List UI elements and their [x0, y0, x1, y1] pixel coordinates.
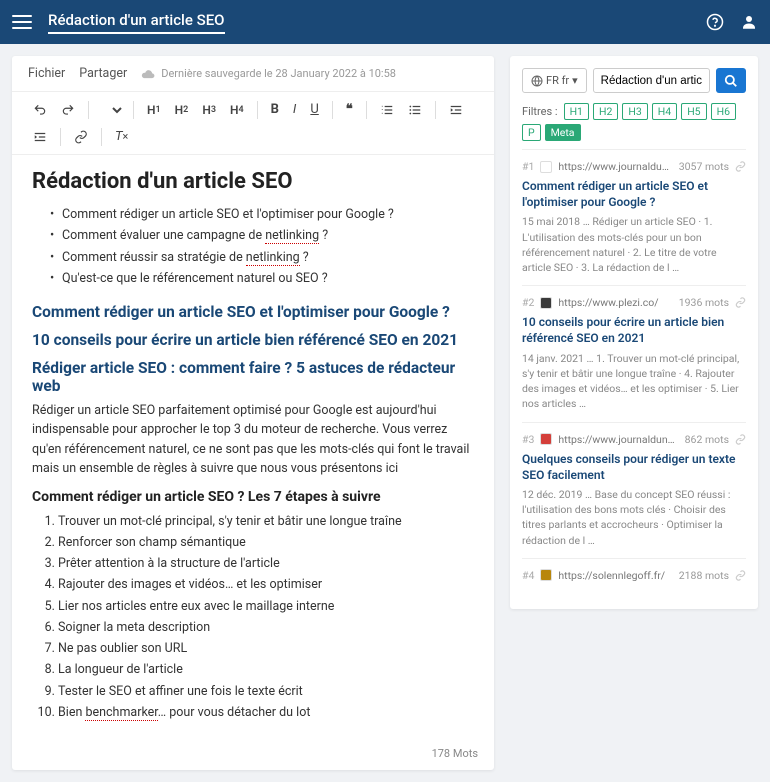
result-wordcount: 1936 mots	[679, 296, 729, 309]
list-item: Trouver un mot-clé principal, s'y tenir …	[58, 511, 474, 532]
indent-button[interactable]	[28, 126, 52, 148]
result-rank: #2	[522, 296, 534, 309]
result-url: https://www.plezi.co/	[558, 296, 672, 309]
result-wordcount: 862 mots	[685, 433, 729, 446]
list-item: Ne pas oublier son URL	[58, 638, 474, 659]
doc-h2: Rédiger article SEO : comment faire ? 5 …	[32, 359, 474, 395]
document-content[interactable]: Rédaction d'un article SEO Comment rédig…	[12, 155, 494, 741]
redo-button[interactable]	[56, 99, 80, 121]
favicon	[540, 161, 552, 173]
help-icon[interactable]	[706, 13, 724, 31]
list-item: Tester le SEO et affiner une fois le tex…	[58, 681, 474, 702]
link-icon[interactable]	[735, 297, 746, 308]
bullet-item: Qu'est-ce que le référencement naturel o…	[50, 268, 474, 289]
file-menu[interactable]: Fichier	[28, 66, 65, 81]
result-url: https://www.journalducm.com/	[558, 160, 672, 173]
result-title: 10 conseils pour écrire un article bien …	[522, 314, 746, 346]
bold-button[interactable]: B	[266, 98, 284, 121]
bullet-item: Comment évaluer une campagne de netlinki…	[50, 225, 474, 246]
side-panel: FR fr ▾ Filtres : H1 H2 H3 H4 H5 H6 P Me…	[510, 56, 758, 609]
bullet-item: Comment rédiger un article SEO et l'opti…	[50, 204, 474, 225]
search-result[interactable]: #4 https://solennlegoff.fr/2188 mots	[522, 558, 746, 597]
search-result[interactable]: #2 https://www.plezi.co/1936 mots 10 conse…	[522, 285, 746, 421]
doc-h1: Rédaction d'un article SEO	[32, 169, 474, 194]
editor-panel: Fichier Partager Dernière sauvegarde le …	[12, 56, 494, 770]
list-item: Soigner la meta description	[58, 617, 474, 638]
filter-h3[interactable]: H3	[622, 103, 647, 120]
search-input[interactable]	[593, 68, 710, 93]
word-count: 178 Mots	[12, 741, 494, 770]
doc-h3: Comment rédiger un article SEO ? Les 7 é…	[32, 489, 474, 505]
link-icon[interactable]	[735, 161, 746, 172]
filter-meta[interactable]: Meta	[545, 124, 581, 141]
user-icon[interactable]	[740, 13, 758, 31]
style-select[interactable]: Normal	[97, 100, 125, 120]
globe-icon	[531, 75, 543, 87]
list-item: Bien benchmarker… pour vous détacher du …	[58, 702, 474, 723]
clear-format-button[interactable]: T×	[110, 125, 133, 148]
chevron-down-icon: ▾	[572, 74, 578, 87]
filter-h4[interactable]: H4	[652, 103, 677, 120]
bullet-item: Comment réussir sa stratégie de netlinki…	[50, 247, 474, 268]
result-url: https://www.journaldunet.com/	[558, 433, 678, 446]
result-snippet: 15 mai 2018 … Rédiger un article SEO · 1…	[522, 214, 746, 275]
doc-h2: Comment rédiger un article SEO et l'opti…	[32, 303, 474, 321]
search-button[interactable]	[716, 68, 746, 93]
search-icon	[724, 74, 738, 88]
h1-button[interactable]: H1	[142, 99, 166, 121]
favicon	[540, 569, 552, 581]
result-title: Comment rédiger un article SEO et l'opti…	[522, 178, 746, 210]
filter-h5[interactable]: H5	[681, 103, 706, 120]
h3-button[interactable]: H3	[197, 99, 221, 121]
save-status: Dernière sauvegarde le 28 January 2022 à…	[141, 67, 396, 80]
italic-button[interactable]: I	[288, 98, 301, 121]
list-item: Rajouter des images et vidéos… et les op…	[58, 574, 474, 595]
share-menu[interactable]: Partager	[79, 66, 127, 81]
ol-button[interactable]	[375, 99, 399, 121]
page-title: Rédaction d'un article SEO	[48, 11, 225, 34]
outdent-button[interactable]	[444, 99, 468, 121]
result-snippet: 12 déc. 2019 … Base du concept SEO réuss…	[522, 487, 746, 548]
filter-h6[interactable]: H6	[711, 103, 736, 120]
result-rank: #1	[522, 160, 534, 173]
result-rank: #3	[522, 433, 534, 446]
language-select[interactable]: FR fr ▾	[522, 68, 587, 93]
ul-button[interactable]	[403, 99, 427, 121]
list-item: Renforcer son champ sémantique	[58, 532, 474, 553]
list-item: Prêter attention à la structure de l'art…	[58, 553, 474, 574]
filter-h2[interactable]: H2	[593, 103, 618, 120]
link-button[interactable]	[69, 126, 93, 148]
link-icon[interactable]	[735, 434, 746, 445]
result-wordcount: 3057 mots	[679, 160, 729, 173]
doc-h2: 10 conseils pour écrire un article bien …	[32, 331, 474, 349]
result-title: Quelques conseils pour rédiger un texte …	[522, 451, 746, 483]
filters: Filtres : H1 H2 H3 H4 H5 H6 P Meta	[522, 103, 746, 141]
paragraph: Rédiger un article SEO parfaitement opti…	[32, 401, 474, 479]
menu-icon[interactable]	[12, 15, 32, 29]
favicon	[540, 297, 552, 309]
result-snippet: 14 janv. 2021 … 1. Trouver un mot-clé pr…	[522, 351, 746, 412]
h2-button[interactable]: H2	[170, 99, 194, 121]
result-rank: #4	[522, 569, 534, 582]
list-item: La longueur de l'article	[58, 659, 474, 680]
underline-button[interactable]: U	[305, 98, 323, 121]
favicon	[540, 433, 552, 445]
result-wordcount: 2188 mots	[679, 569, 729, 582]
result-url: https://solennlegoff.fr/	[558, 569, 672, 582]
filter-h1[interactable]: H1	[564, 103, 589, 120]
list-item: Lier nos articles entre eux avec le mail…	[58, 596, 474, 617]
link-icon[interactable]	[735, 570, 746, 581]
filter-p[interactable]: P	[522, 124, 541, 141]
cloud-icon	[141, 69, 155, 79]
toolbar: Normal H1 H2 H3 H4 B I U ❝ T×	[12, 91, 494, 155]
search-result[interactable]: #1 https://www.journalducm.com/3057 mots C…	[522, 149, 746, 285]
quote-button[interactable]: ❝	[341, 98, 358, 121]
h4-button[interactable]: H4	[225, 99, 249, 121]
search-result[interactable]: #3 https://www.journaldunet.com/862 mots Q…	[522, 422, 746, 558]
undo-button[interactable]	[28, 99, 52, 121]
